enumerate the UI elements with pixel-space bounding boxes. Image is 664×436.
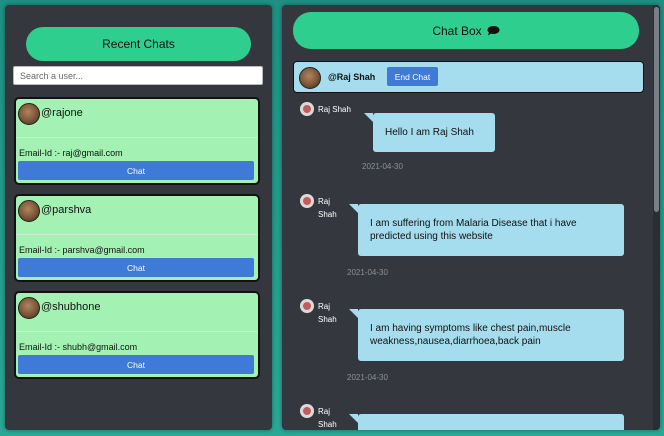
user-card-parshva: @parshva Email-Id :- parshva@gmail.com C… <box>14 194 260 282</box>
chat-button[interactable]: Chat <box>18 161 254 180</box>
card-divider <box>16 137 258 138</box>
sender-avatar <box>300 194 314 208</box>
card-divider <box>16 234 258 235</box>
user-card-username: @shubhone <box>41 301 101 313</box>
message-bubble: I am having symptoms like chest pain,mus… <box>349 309 624 361</box>
end-chat-button[interactable]: End Chat <box>387 67 438 86</box>
speech-bubble-icon <box>487 25 500 35</box>
user-card-username: @rajone <box>41 107 83 119</box>
chat-button[interactable]: Chat <box>18 258 254 277</box>
chat-box-header: Chat Box <box>293 12 639 49</box>
chat-scrollbar-thumb[interactable] <box>654 7 659 212</box>
sender-avatar <box>300 404 314 418</box>
chat-scrollbar[interactable] <box>653 5 660 430</box>
sender-avatar <box>300 299 314 313</box>
message-date: 2021-04-30 <box>362 162 403 171</box>
user-card-rajone: @rajone Email-Id :- raj@gmail.com Chat <box>14 97 260 185</box>
recent-chats-header: Recent Chats <box>26 27 251 61</box>
chat-box-panel: Chat Box @Raj Shah End Chat Raj Shah Hel… <box>282 5 660 430</box>
recent-chats-panel: Recent Chats @rajone Email-Id :- raj@gma… <box>5 5 272 430</box>
user-card-email: Email-Id :- shubh@gmail.com <box>19 342 138 352</box>
message-sender: Raj Shah <box>318 197 337 219</box>
message-bubble: I am suffering from Malaria Disease that… <box>349 204 624 256</box>
message-sender: Raj Shah <box>318 302 337 324</box>
active-chat-username: @Raj Shah <box>328 72 376 82</box>
card-divider <box>16 331 258 332</box>
message-date: 2021-04-30 <box>347 373 388 382</box>
avatar <box>18 200 40 222</box>
message-sender: Raj Shah <box>318 407 337 429</box>
search-user-input[interactable] <box>13 66 263 85</box>
message-text: Hello I am Raj Shah <box>385 127 474 138</box>
message-text: I am having symptoms like chest pain,mus… <box>370 323 571 347</box>
user-card-email: Email-Id :- raj@gmail.com <box>19 148 123 158</box>
message-date: 2021-04-30 <box>347 268 388 277</box>
message-bubble <box>349 414 624 430</box>
message-text: I am suffering from Malaria Disease that… <box>370 218 577 242</box>
user-card-email: Email-Id :- parshva@gmail.com <box>19 245 145 255</box>
user-card-username: @parshva <box>41 204 92 216</box>
active-chat-header: @Raj Shah End Chat <box>293 61 644 93</box>
message-bubble: Hello I am Raj Shah <box>364 113 495 152</box>
avatar <box>18 297 40 319</box>
sender-avatar <box>300 102 314 116</box>
chat-box-title: Chat Box <box>432 23 482 38</box>
message-sender: Raj Shah <box>318 105 351 114</box>
user-card-shubhone: @shubhone Email-Id :- shubh@gmail.com Ch… <box>14 291 260 379</box>
avatar <box>299 67 321 89</box>
chat-button[interactable]: Chat <box>18 355 254 374</box>
avatar <box>18 103 40 125</box>
recent-chats-title: Recent Chats <box>102 37 175 51</box>
